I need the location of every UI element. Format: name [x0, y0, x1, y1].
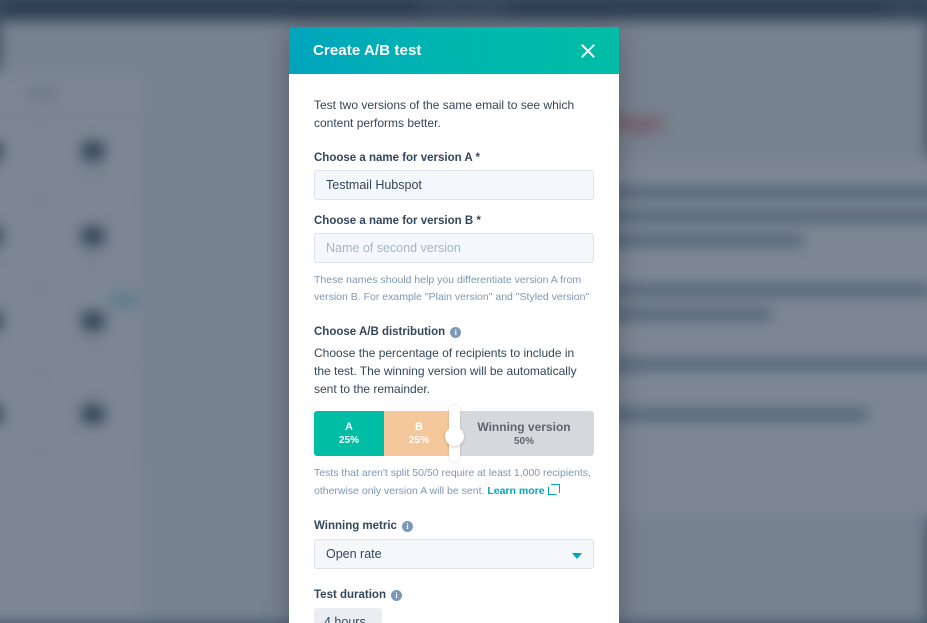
segment-b-name: B	[415, 421, 423, 434]
version-a-input[interactable]	[314, 169, 594, 200]
version-b-input[interactable]	[314, 232, 594, 263]
winning-metric-select[interactable]: Open rate	[314, 539, 594, 569]
segment-a-percent: 25%	[338, 435, 359, 447]
test-duration-label-text: Test duration	[314, 589, 386, 601]
distribution-segment-winning[interactable]: Winning version 50%	[454, 411, 594, 457]
chevron-down-icon	[572, 553, 582, 559]
segment-winning-name: Winning version	[477, 420, 571, 435]
distribution-segment-a[interactable]: A 25%	[314, 411, 384, 457]
distribution-segment-b[interactable]: B 25%	[384, 411, 454, 457]
winning-metric-label: Winning metric i	[314, 520, 594, 532]
segment-winning-percent: 50%	[513, 436, 534, 448]
external-link-icon	[547, 483, 560, 495]
modal-title: Create A/B test	[313, 42, 422, 59]
version-b-label-text: Choose a name for version B *	[314, 214, 481, 227]
close-icon[interactable]	[577, 40, 599, 62]
segment-a-name: A	[345, 421, 353, 434]
distribution-note: Tests that aren't split 50/50 require at…	[314, 465, 594, 500]
modal-header: Create A/B test	[289, 27, 619, 74]
test-duration-label: Test duration i	[314, 589, 594, 601]
version-names-help: These names should help you differentiat…	[314, 273, 590, 303]
segment-b-percent: 25%	[408, 435, 429, 447]
modal-body: Test two versions of the same email to s…	[289, 74, 619, 623]
distribution-slider-handle[interactable]	[444, 405, 464, 463]
winning-metric-value: Open rate	[326, 547, 382, 561]
distribution-description: Choose the percentage of recipients to i…	[314, 346, 577, 396]
version-b-label: Choose a name for version B *	[314, 215, 594, 227]
distribution-heading: Choose A/B distribution i	[314, 326, 594, 338]
version-a-label-text: Choose a name for version A *	[314, 151, 480, 164]
modal-intro-text: Test two versions of the same email to s…	[314, 98, 575, 130]
ab-distribution-bar[interactable]: A 25% B 25% Winning version 50%	[314, 405, 594, 463]
test-duration-input[interactable]	[314, 608, 382, 623]
version-a-label: Choose a name for version A *	[314, 152, 594, 164]
info-icon[interactable]: i	[401, 520, 413, 532]
info-icon[interactable]: i	[450, 326, 462, 338]
create-ab-test-modal: Create A/B test Test two versions of the…	[289, 27, 619, 623]
distribution-learn-more-link[interactable]: Learn more	[487, 485, 544, 497]
info-icon[interactable]: i	[390, 589, 402, 601]
winning-metric-label-text: Winning metric	[314, 520, 397, 532]
distribution-heading-text: Choose A/B distribution	[314, 326, 446, 339]
